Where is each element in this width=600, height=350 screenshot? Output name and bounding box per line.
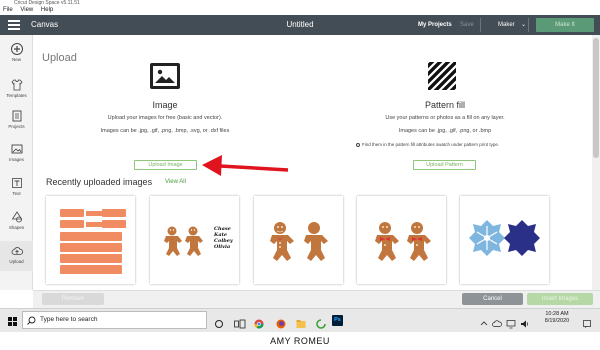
recent-image-thumbnail[interactable]: Chase Kate Colbey Olivia	[150, 196, 239, 284]
sidebar-item-label: Shapes	[8, 225, 25, 230]
sidebar-item-label: New	[11, 57, 21, 62]
image-option-title: Image	[152, 100, 178, 110]
image-option-filetypes: Images can be .jpg, .gif, .png, .bmp, .s…	[100, 128, 230, 134]
upload-cloud-icon	[11, 245, 23, 257]
left-sidebar: New Templates Projects Images Text Shape…	[0, 35, 33, 290]
photoshop-icon[interactable]: Ps	[332, 315, 343, 326]
label-set-image	[60, 209, 126, 274]
cortana-icon[interactable]	[214, 316, 224, 328]
sidebar-item-templates[interactable]: Templates	[0, 79, 33, 98]
pattern-option-description: Use your patterns or photos as a fill on…	[385, 115, 505, 121]
sidebar-item-label: Images	[9, 157, 24, 162]
save-button[interactable]: Save	[460, 20, 474, 30]
plus-icon	[10, 43, 23, 55]
insert-images-button[interactable]: Insert Images	[527, 293, 593, 305]
notifications-icon[interactable]	[582, 316, 592, 328]
sidebar-item-label: Upload	[9, 259, 24, 264]
taskbar-search-placeholder: Type here to search	[40, 316, 98, 323]
image-option-description: Upload your images for free (basic and v…	[107, 115, 223, 121]
system-clock[interactable]: 10:28 AM 8/19/2020	[537, 311, 577, 325]
pattern-option-note: Find them in the pattern fill attributes…	[362, 142, 500, 147]
shapes-icon	[11, 211, 23, 223]
sidebar-item-label: Templates	[6, 93, 27, 98]
pattern-fill-icon	[428, 62, 456, 90]
name-text: Olivia	[214, 244, 231, 250]
app-header: Canvas Untitled My Projects Save Maker ⌄…	[0, 15, 600, 35]
sidebar-item-new[interactable]: New	[0, 43, 33, 62]
shirt-icon	[10, 79, 23, 91]
header-divider	[528, 18, 529, 32]
recent-uploads-title: Recently uploaded images	[46, 177, 153, 187]
clock-time: 10:28 AM	[545, 311, 569, 317]
recent-image-thumbnail[interactable]	[46, 196, 135, 284]
sidebar-item-label: Projects	[8, 124, 25, 129]
footer-credit: AMY ROMEU	[0, 332, 600, 350]
recent-image-thumbnail[interactable]	[254, 196, 343, 284]
sidebar-item-images[interactable]: Images	[0, 143, 33, 162]
make-it-button[interactable]: Make It	[536, 18, 594, 32]
menu-help[interactable]: Help	[41, 7, 53, 13]
cricut-app-icon[interactable]	[316, 316, 326, 329]
pattern-option-filetypes: Images can be .jpg, .gif, .png, or .bmp	[398, 128, 492, 134]
chevron-down-icon[interactable]: ⌄	[521, 20, 526, 30]
firefox-icon[interactable]	[276, 316, 286, 329]
sidebar-item-label: Text	[12, 191, 21, 196]
file-explorer-icon[interactable]	[296, 316, 306, 328]
task-view-icon[interactable]	[234, 316, 246, 329]
sidebar-item-projects[interactable]: Projects	[0, 110, 33, 129]
sidebar-item-text[interactable]: Text	[0, 177, 33, 196]
upload-pattern-button[interactable]: Upload Pattern	[413, 160, 476, 170]
network-icon[interactable]	[506, 316, 516, 329]
cancel-button[interactable]: Cancel	[462, 293, 523, 305]
windows-start-icon[interactable]	[8, 317, 17, 326]
snowflakes-image	[469, 220, 540, 256]
tray-chevron-icon[interactable]	[480, 316, 488, 326]
view-all-link[interactable]: View All	[165, 177, 186, 187]
image-upload-icon	[150, 63, 180, 89]
recent-image-thumbnail[interactable]	[460, 196, 549, 284]
sidebar-item-shapes[interactable]: Shapes	[0, 211, 33, 230]
pattern-option-title: Pattern fill	[424, 100, 466, 110]
image-icon	[11, 143, 23, 155]
remove-button[interactable]: Remove	[42, 293, 104, 305]
info-icon	[356, 143, 360, 147]
gingerbread-bows-image	[375, 222, 431, 261]
menu-view[interactable]: View	[20, 7, 33, 13]
chrome-icon[interactable]	[254, 316, 264, 329]
clock-date: 8/19/2020	[544, 318, 570, 324]
red-arrow-annotation	[202, 155, 289, 176]
projects-icon	[11, 110, 23, 122]
gingerbread-pair-image	[270, 222, 328, 261]
recent-image-thumbnail[interactable]	[357, 196, 446, 284]
machine-select[interactable]: Maker	[498, 20, 515, 30]
header-divider	[480, 18, 481, 32]
search-icon	[27, 316, 36, 325]
menu-file[interactable]: File	[3, 7, 13, 13]
cloud-tray-icon[interactable]	[492, 316, 502, 327]
upload-image-button[interactable]: Upload Image	[134, 160, 197, 170]
page-title: Upload	[42, 52, 77, 64]
sidebar-item-upload[interactable]: Upload	[0, 241, 33, 271]
my-projects-button[interactable]: My Projects	[418, 20, 452, 30]
scrollbar-thumb[interactable]	[593, 38, 599, 158]
os-menu-bar: File View Help	[0, 6, 600, 15]
text-icon	[11, 177, 23, 189]
volume-icon[interactable]	[520, 316, 530, 328]
